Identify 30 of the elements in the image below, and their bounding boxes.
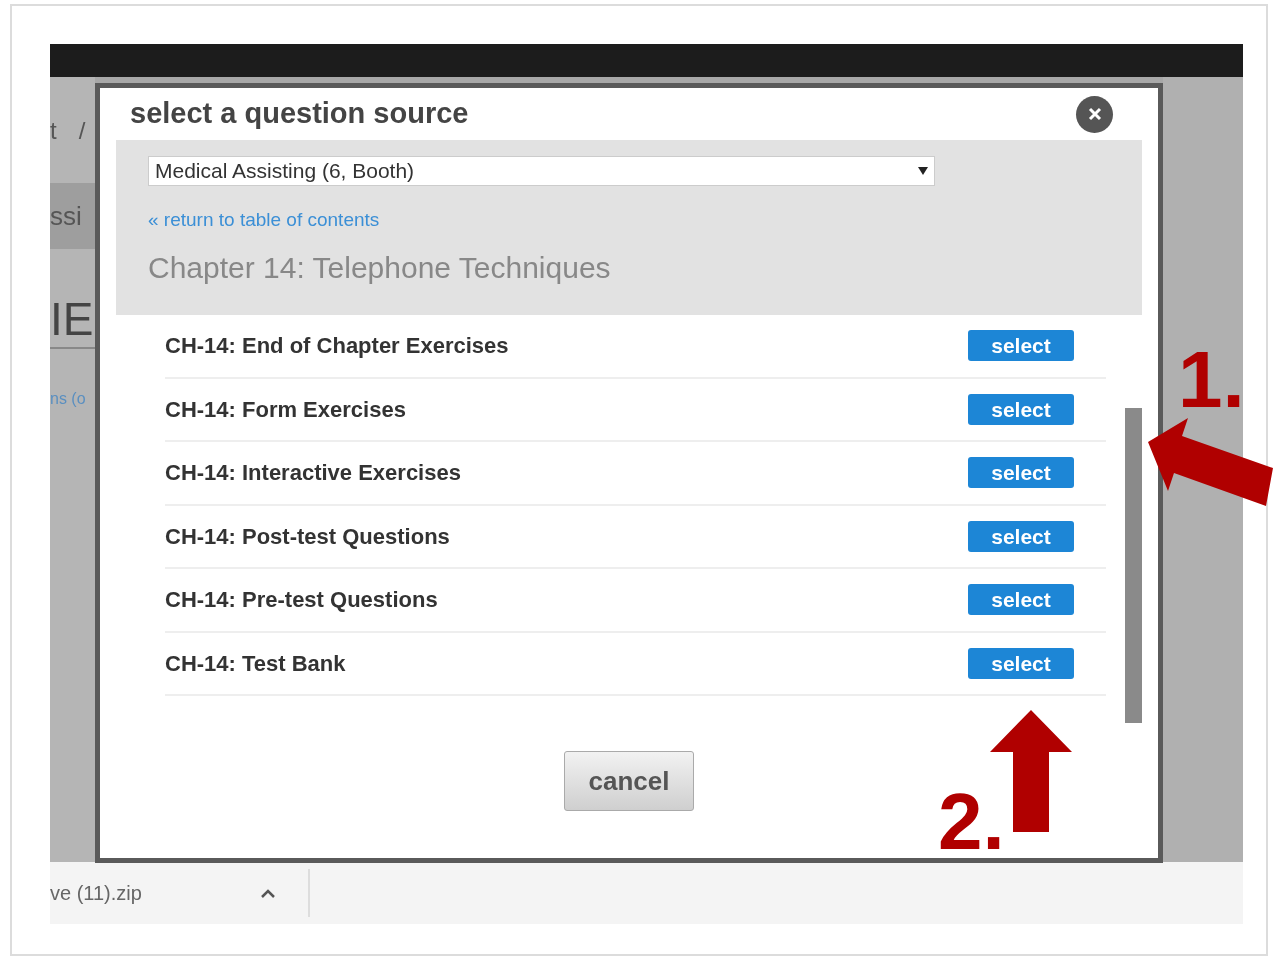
source-item: CH-14: Post-test Questions — [165, 522, 450, 551]
scrollbar[interactable] — [1125, 408, 1142, 723]
dialog-title: select a question source — [130, 96, 469, 132]
source-item: CH-14: Test Bank — [165, 649, 346, 678]
dropdown-icon — [918, 167, 928, 175]
source-select[interactable]: Medical Assisting (6, Booth) — [148, 156, 935, 186]
arrow-icon — [1148, 418, 1273, 506]
select-button[interactable]: select — [968, 520, 1074, 552]
page-text: ssi — [50, 199, 82, 233]
source-item: CH-14: Interactive Exercises — [165, 459, 461, 488]
page-text: ns (o — [50, 390, 86, 407]
caret-icon[interactable] — [260, 888, 276, 898]
cancel-button[interactable]: cancel — [564, 751, 694, 811]
select-button[interactable]: select — [968, 457, 1074, 489]
select-button[interactable]: select — [968, 393, 1074, 425]
page-text: t — [50, 116, 57, 143]
page-text: IE — [50, 293, 94, 345]
select-button[interactable]: select — [968, 330, 1074, 362]
download-file[interactable]: ve (11).zip — [50, 878, 260, 908]
chapter-heading: Chapter 14: Telephone Techniques — [148, 249, 612, 286]
source-item: CH-14: Form Exercises — [165, 395, 406, 424]
select-button[interactable]: select — [968, 584, 1074, 616]
source-item: CH-14: End of Chapter Exercises — [165, 332, 509, 361]
annotation-number: 2. — [938, 782, 1005, 862]
page-text: / — [78, 116, 86, 143]
close-icon[interactable] — [1076, 95, 1113, 133]
back-link[interactable]: « return to table of contents — [148, 206, 1142, 235]
source-item: CH-14: Pre-test Questions — [165, 586, 438, 615]
annotation-number: 1. — [1178, 340, 1245, 420]
select-button[interactable]: select — [968, 647, 1074, 679]
